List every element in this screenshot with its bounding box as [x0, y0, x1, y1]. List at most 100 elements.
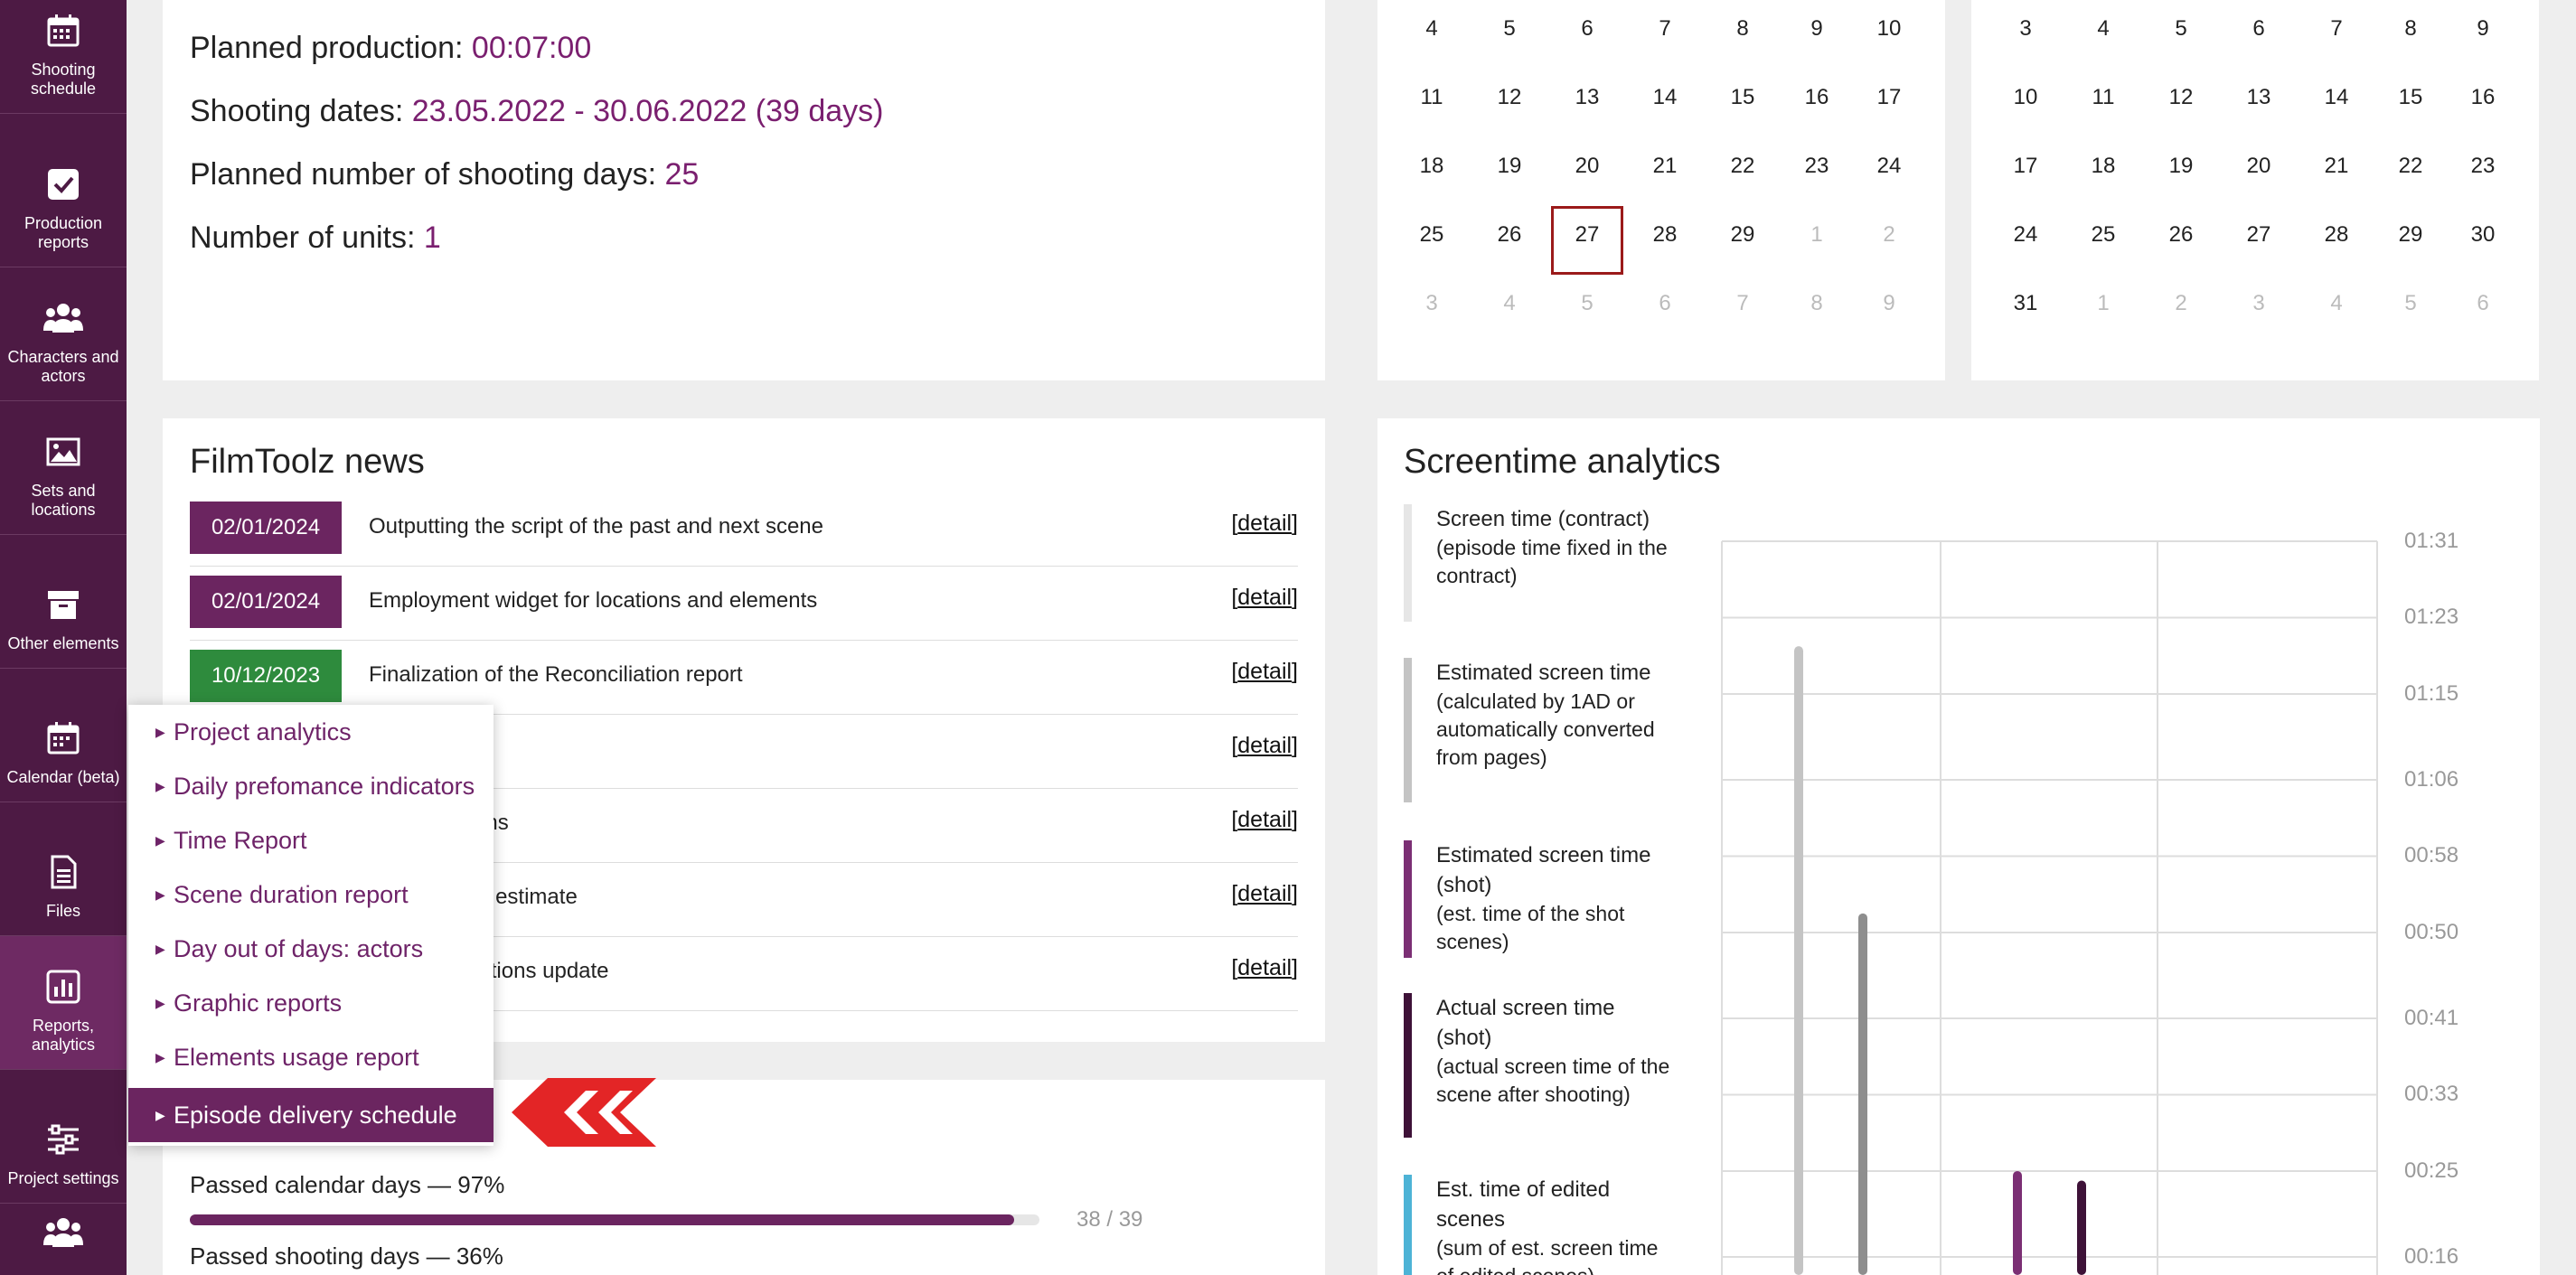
menu-item-episode-delivery-schedule[interactable]: ▶ Episode delivery schedule: [128, 1088, 494, 1142]
calendar-day[interactable]: 6: [2232, 9, 2286, 49]
calendar-day[interactable]: 6: [1560, 9, 1614, 49]
calendar-day[interactable]: 17: [1998, 146, 2053, 186]
news-detail-label[interactable]: detail: [1237, 585, 1292, 610]
menu-item-elements-usage-report[interactable]: ▶ Elements usage report: [128, 1030, 494, 1084]
calendar-day[interactable]: 28: [1638, 215, 1692, 255]
menu-item-graphic-reports[interactable]: ▶ Graphic reports: [128, 976, 494, 1030]
menu-item-scene-duration-report[interactable]: ▶ Scene duration report: [128, 867, 494, 922]
sidebar-item-reports-analytics[interactable]: Reports, analytics: [0, 936, 127, 1070]
calendar-day[interactable]: 7: [2309, 9, 2364, 49]
calendar-day[interactable]: 18: [2076, 146, 2130, 186]
calendar-day[interactable]: 17: [1862, 78, 1916, 117]
calendar-day[interactable]: 26: [2154, 215, 2208, 255]
calendar-day[interactable]: 18: [1405, 146, 1459, 186]
calendar-day[interactable]: 3: [1405, 284, 1459, 323]
calendar-day[interactable]: 1: [1790, 215, 1844, 255]
calendar-day[interactable]: 25: [2076, 215, 2130, 255]
sidebar-item-files[interactable]: Files: [0, 802, 127, 936]
calendar-day[interactable]: 23: [2456, 146, 2510, 186]
news-detail-link[interactable]: [detail]: [1231, 659, 1298, 685]
calendar-day[interactable]: 24: [1998, 215, 2053, 255]
sidebar-item-shooting-schedule[interactable]: Shooting schedule: [0, 0, 127, 114]
calendar-day[interactable]: 23: [1790, 146, 1844, 186]
calendar-day[interactable]: 20: [2232, 146, 2286, 186]
calendar-day[interactable]: 10: [1998, 78, 2053, 117]
calendar-day[interactable]: 13: [1560, 78, 1614, 117]
calendar-day[interactable]: 29: [1716, 215, 1770, 255]
calendar-day[interactable]: 9: [1862, 284, 1916, 323]
menu-item-daily-prefomance-indicators[interactable]: ▶ Daily prefomance indicators: [128, 759, 494, 813]
news-detail-link[interactable]: [detail]: [1231, 881, 1298, 907]
news-detail-link[interactable]: [detail]: [1231, 511, 1298, 537]
menu-item-time-report[interactable]: ▶ Time Report: [128, 813, 494, 867]
calendar-day[interactable]: 4: [1405, 9, 1459, 49]
calendar-day[interactable]: 4: [2309, 284, 2364, 323]
news-detail-link[interactable]: [detail]: [1231, 807, 1298, 833]
menu-item-day-out-of-days-actors[interactable]: ▶ Day out of days: actors: [128, 922, 494, 976]
calendar-day[interactable]: 15: [2383, 78, 2438, 117]
calendar-day[interactable]: 14: [1638, 78, 1692, 117]
calendar-day[interactable]: 21: [1638, 146, 1692, 186]
calendar-day[interactable]: 8: [1790, 284, 1844, 323]
sidebar-item-project-settings[interactable]: Project settings: [0, 1070, 127, 1204]
calendar-day[interactable]: 15: [1716, 78, 1770, 117]
calendar-day[interactable]: 4: [1482, 284, 1537, 323]
calendar-day[interactable]: 9: [1790, 9, 1844, 49]
sidebar-item-characters-and-actors[interactable]: Characters and actors: [0, 267, 127, 401]
news-detail-link[interactable]: [detail]: [1231, 733, 1298, 759]
calendar-day[interactable]: 8: [2383, 9, 2438, 49]
calendar-day[interactable]: 5: [2383, 284, 2438, 323]
calendar-day[interactable]: 21: [2309, 146, 2364, 186]
calendar-day[interactable]: 29: [2383, 215, 2438, 255]
sidebar-item-other-elements[interactable]: Other elements: [0, 535, 127, 669]
news-detail-label[interactable]: detail: [1237, 659, 1292, 684]
calendar-day[interactable]: 24: [1862, 146, 1916, 186]
calendar-day[interactable]: 12: [1482, 78, 1537, 117]
news-detail-label[interactable]: detail: [1237, 733, 1292, 758]
calendar-day[interactable]: 9: [2456, 9, 2510, 49]
calendar-day[interactable]: 31: [1998, 284, 2053, 323]
calendar-day[interactable]: 1: [2076, 284, 2130, 323]
calendar-day[interactable]: 22: [2383, 146, 2438, 186]
calendar-day[interactable]: 13: [2232, 78, 2286, 117]
calendar-day[interactable]: 11: [2076, 78, 2130, 117]
sidebar-item-sets-and-locations[interactable]: Sets and locations: [0, 401, 127, 535]
sidebar-item-team[interactable]: [0, 1204, 127, 1275]
calendar-day[interactable]: 7: [1716, 284, 1770, 323]
calendar-day[interactable]: 20: [1560, 146, 1614, 186]
calendar-day[interactable]: 26: [1482, 215, 1537, 255]
calendar-day[interactable]: 3: [1998, 9, 2053, 49]
news-detail-link[interactable]: [detail]: [1231, 585, 1298, 611]
calendar-day[interactable]: 19: [1482, 146, 1537, 186]
calendar-day[interactable]: 6: [2456, 284, 2510, 323]
calendar-day[interactable]: 2: [1862, 215, 1916, 255]
calendar-day[interactable]: 16: [1790, 78, 1844, 117]
calendar-day[interactable]: 12: [2154, 78, 2208, 117]
calendar-day[interactable]: 30: [2456, 215, 2510, 255]
calendar-day[interactable]: 3: [2232, 284, 2286, 323]
calendar-day[interactable]: 6: [1638, 284, 1692, 323]
calendar-day[interactable]: 27: [2232, 215, 2286, 255]
calendar-day[interactable]: 22: [1716, 146, 1770, 186]
news-detail-label[interactable]: detail: [1237, 955, 1292, 980]
calendar-day[interactable]: 16: [2456, 78, 2510, 117]
calendar-day[interactable]: 11: [1405, 78, 1459, 117]
calendar-day[interactable]: 8: [1716, 9, 1770, 49]
calendar-day[interactable]: 19: [2154, 146, 2208, 186]
news-detail-label[interactable]: detail: [1237, 881, 1292, 906]
menu-item-project-analytics[interactable]: ▶ Project analytics: [128, 705, 494, 759]
sidebar-item-production-reports[interactable]: Production reports: [0, 134, 127, 267]
calendar-day[interactable]: 10: [1862, 9, 1916, 49]
calendar-day[interactable]: 5: [1482, 9, 1537, 49]
sidebar-item-calendar-beta[interactable]: Calendar (beta): [0, 669, 127, 802]
news-detail-link[interactable]: [detail]: [1231, 955, 1298, 981]
news-detail-label[interactable]: detail: [1237, 511, 1292, 536]
calendar-day[interactable]: 14: [2309, 78, 2364, 117]
calendar-day[interactable]: 2: [2154, 284, 2208, 323]
calendar-day[interactable]: 25: [1405, 215, 1459, 255]
calendar-day[interactable]: 28: [2309, 215, 2364, 255]
calendar-day[interactable]: 5: [2154, 9, 2208, 49]
calendar-day[interactable]: 5: [1560, 284, 1614, 323]
news-detail-label[interactable]: detail: [1237, 807, 1292, 832]
calendar-day[interactable]: 4: [2076, 9, 2130, 49]
